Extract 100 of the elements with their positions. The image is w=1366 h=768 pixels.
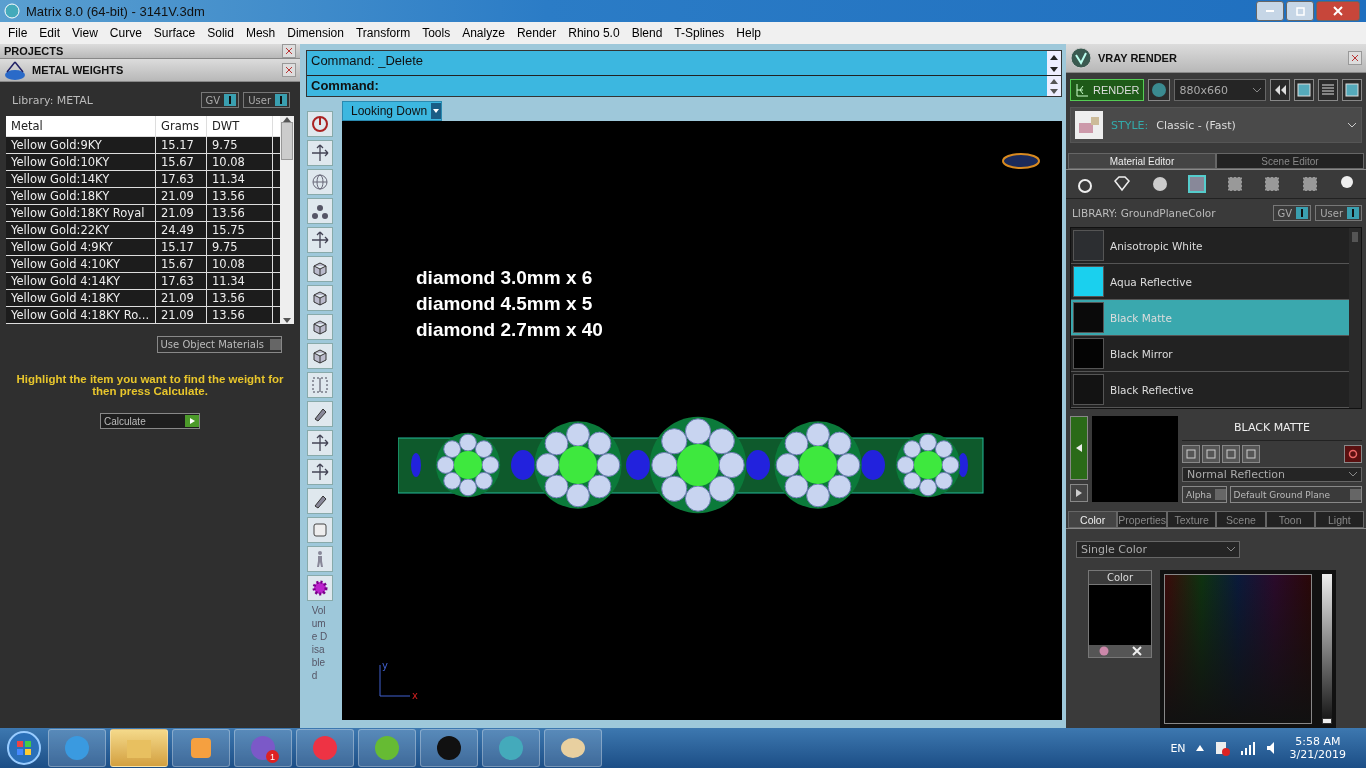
- tab[interactable]: Texture: [1167, 511, 1217, 528]
- scroll-thumb[interactable]: [281, 122, 293, 160]
- maximize-button[interactable]: [1286, 1, 1314, 21]
- menu-item[interactable]: T-Splines: [668, 26, 731, 40]
- tool-button[interactable]: [307, 227, 333, 253]
- axis-label: y: [382, 661, 388, 671]
- toolbar-button[interactable]: [1342, 79, 1362, 101]
- command-prompt[interactable]: Command:: [307, 76, 1047, 95]
- tab[interactable]: Color: [1068, 511, 1118, 528]
- toggle-switch[interactable]: User: [243, 92, 290, 108]
- color-spectrum[interactable]: [1164, 574, 1312, 724]
- resolution-dropdown[interactable]: 880x660: [1174, 79, 1266, 101]
- menu-item[interactable]: Surface: [147, 26, 202, 40]
- view-dropdown[interactable]: Looking Down: [342, 101, 443, 121]
- expand-button[interactable]: [1070, 484, 1088, 502]
- calculate-button[interactable]: Calculate: [100, 413, 200, 429]
- refresh-button[interactable]: [1344, 445, 1362, 463]
- tab[interactable]: Scene: [1216, 511, 1266, 528]
- material-item[interactable]: Black Mirror: [1071, 336, 1349, 372]
- close-button[interactable]: [1348, 51, 1362, 65]
- menu-item[interactable]: Transform: [349, 26, 417, 40]
- power-icon: [311, 115, 329, 133]
- brightness-slider[interactable]: [1322, 574, 1332, 724]
- column-header[interactable]: DWT: [207, 116, 273, 136]
- scrollbar[interactable]: [1349, 228, 1361, 408]
- close-button[interactable]: [282, 63, 296, 77]
- flag-icon[interactable]: [1213, 740, 1230, 756]
- table-cell: 15.75: [207, 222, 273, 238]
- taskbar-app[interactable]: [544, 729, 602, 767]
- taskbar-app[interactable]: 1: [234, 729, 292, 767]
- minimize-button[interactable]: [1256, 1, 1284, 21]
- tool-button[interactable]: [307, 488, 333, 514]
- menu-item[interactable]: Tools: [416, 26, 457, 40]
- close-button[interactable]: [282, 44, 296, 58]
- tool-button[interactable]: [307, 401, 333, 427]
- tool-button[interactable]: [307, 314, 333, 340]
- tab[interactable]: Light: [1314, 511, 1365, 528]
- column-header[interactable]: Grams: [156, 116, 207, 136]
- toggle-switch[interactable]: GV: [1272, 205, 1312, 221]
- toolbar-button[interactable]: [1294, 79, 1314, 101]
- tool-button[interactable]: [307, 575, 333, 601]
- panel-title: PROJECTS: [4, 45, 64, 57]
- menu-item[interactable]: File: [2, 26, 34, 40]
- sphere-button[interactable]: [1148, 79, 1171, 101]
- color-mode-dropdown[interactable]: Single Color: [1076, 541, 1240, 558]
- tab[interactable]: Properties: [1117, 511, 1168, 528]
- signal-icon[interactable]: [1239, 741, 1256, 755]
- tool-button[interactable]: [307, 198, 333, 224]
- menu-item[interactable]: Blend: [625, 26, 669, 40]
- scrollbar[interactable]: [1047, 76, 1061, 96]
- render-button[interactable]: RENDER: [1070, 79, 1145, 101]
- option-checkbox[interactable]: Alpha: [1182, 486, 1227, 503]
- arrows-icon: [311, 463, 329, 481]
- tool-button[interactable]: [307, 285, 333, 311]
- material-item[interactable]: Black Reflective: [1071, 372, 1349, 408]
- start-button[interactable]: [4, 729, 44, 767]
- toggle-switch[interactable]: User: [1315, 205, 1362, 221]
- close-button[interactable]: [1316, 1, 1360, 21]
- scrollbar[interactable]: [1047, 51, 1061, 75]
- tab[interactable]: Scene Editor: [1216, 153, 1364, 169]
- menu-item[interactable]: Mesh: [239, 26, 282, 40]
- tool-button[interactable]: [307, 459, 333, 485]
- menu-item[interactable]: Analyze: [456, 26, 511, 40]
- material-item[interactable]: Anisotropic White: [1071, 228, 1349, 264]
- tool-button[interactable]: [307, 343, 333, 369]
- menu-item[interactable]: Help: [730, 26, 768, 40]
- tab[interactable]: Material Editor: [1068, 153, 1216, 169]
- slider-thumb[interactable]: [1322, 718, 1332, 724]
- taskbar-app[interactable]: [420, 729, 478, 767]
- tool-button[interactable]: [307, 111, 333, 137]
- menu-item[interactable]: View: [66, 26, 104, 40]
- menu-item[interactable]: Rhino 5.0: [562, 26, 626, 40]
- reflection-dropdown[interactable]: Normal Reflection: [1182, 467, 1362, 482]
- diamond-icon[interactable]: [1112, 174, 1133, 194]
- clock[interactable]: 5:58 AM 3/21/2019: [1289, 735, 1346, 761]
- caret-icon[interactable]: [1195, 745, 1204, 751]
- scroll-thumb[interactable]: [1352, 232, 1358, 242]
- option-checkbox[interactable]: Default Ground Plane: [1229, 486, 1362, 503]
- menu-item[interactable]: Edit: [33, 26, 67, 40]
- collapse-button[interactable]: [1070, 416, 1088, 480]
- menu-item[interactable]: Solid: [201, 26, 240, 40]
- table-cell: 21.09: [156, 188, 207, 204]
- column-header[interactable]: Metal: [6, 116, 156, 136]
- menu-item[interactable]: Curve: [103, 26, 148, 40]
- close-icon: [285, 66, 293, 74]
- language-indicator[interactable]: EN: [1170, 741, 1186, 755]
- tool-button[interactable]: [307, 256, 333, 282]
- tool-button[interactable]: [307, 430, 333, 456]
- menu-item[interactable]: Render: [510, 26, 563, 40]
- caret-icon: [1347, 122, 1357, 128]
- down-arrow-icon: [283, 318, 291, 324]
- square-icon[interactable]: [1187, 174, 1208, 194]
- style-selector[interactable]: STYLE: Classic - (Fast): [1070, 107, 1362, 143]
- toolbar-button[interactable]: [1270, 79, 1290, 101]
- tool-button[interactable]: [307, 140, 333, 166]
- tab[interactable]: Toon: [1265, 511, 1315, 528]
- scrollbar[interactable]: [280, 116, 294, 324]
- menu-item[interactable]: Dimension: [281, 26, 350, 40]
- use-object-materials-checkbox[interactable]: Use Object Materials: [156, 336, 282, 353]
- toggle-switch[interactable]: GV: [200, 92, 240, 108]
